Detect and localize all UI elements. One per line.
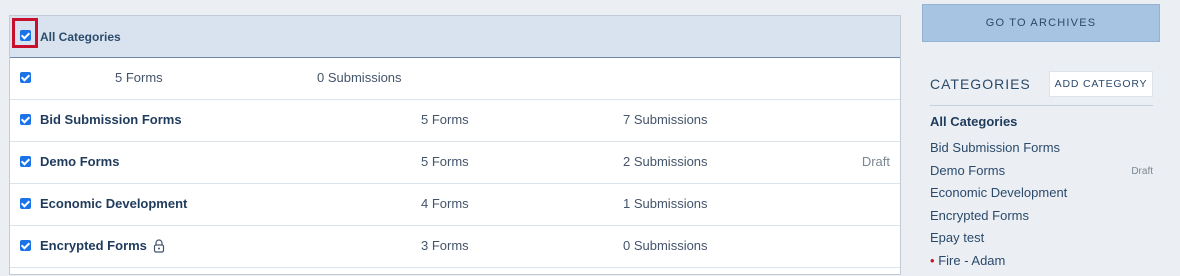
table-row[interactable]: Economic Development 4 Forms 1 Submissio… xyxy=(10,184,900,226)
submissions-count: 0 Submissions xyxy=(623,238,708,253)
sidebar-item-epay-test[interactable]: Epay test xyxy=(930,230,1153,253)
category-name[interactable]: Demo Forms xyxy=(40,154,119,169)
all-categories-label: All Categories xyxy=(40,30,121,44)
submissions-count: 7 Submissions xyxy=(623,112,708,127)
sidebar-item-label: Bid Submission Forms xyxy=(930,140,1061,155)
select-all-checkbox[interactable] xyxy=(20,30,31,41)
table-header-row: All Categories xyxy=(10,16,900,58)
row-checkbox[interactable] xyxy=(20,240,31,251)
sidebar-item-demo-forms[interactable]: Demo Forms Draft xyxy=(930,163,1153,186)
draft-status: Draft xyxy=(861,154,890,169)
sidebar-item-economic-development[interactable]: Economic Development xyxy=(930,185,1153,208)
categories-heading: CATEGORIES xyxy=(930,76,1031,92)
sidebar-item-label: Encrypted Forms xyxy=(930,207,1029,223)
table-row[interactable]: Demo Forms 5 Forms 2 Submissions Draft xyxy=(10,142,900,184)
sidebar-item-bid-submission-forms[interactable]: Bid Submission Forms xyxy=(930,140,1153,163)
sidebar-item-label: Epay test xyxy=(930,230,985,246)
row-checkbox[interactable] xyxy=(20,114,31,125)
divider xyxy=(930,105,1153,106)
category-name[interactable]: Bid Submission Forms xyxy=(40,112,182,127)
sidebar-item-encrypted-forms[interactable]: Encrypted Forms xyxy=(930,208,1153,231)
lock-icon xyxy=(153,239,165,258)
submissions-count: 2 Submissions xyxy=(623,154,708,169)
row-checkbox[interactable] xyxy=(20,198,31,209)
row-checkbox[interactable] xyxy=(20,72,31,83)
category-name[interactable]: Economic Development xyxy=(40,196,187,211)
forms-count: 5 Forms xyxy=(115,70,163,85)
table-row[interactable]: 5 Forms 0 Submissions xyxy=(10,58,900,100)
status-dot: • xyxy=(930,252,935,268)
sidebar: GO TO ARCHIVES CATEGORIES ADD CATEGORY A… xyxy=(922,0,1162,268)
sidebar-item-all-categories[interactable]: All Categories xyxy=(930,114,1153,140)
submissions-count: 0 Submissions xyxy=(317,70,402,85)
sidebar-item-label: All Categories xyxy=(930,114,1018,129)
row-checkbox[interactable] xyxy=(20,156,31,167)
go-to-archives-button[interactable]: GO TO ARCHIVES xyxy=(922,4,1160,42)
forms-count: 5 Forms xyxy=(421,154,469,169)
submissions-count: 1 Submissions xyxy=(623,196,708,211)
category-name[interactable]: Encrypted Forms xyxy=(40,238,147,253)
table-row[interactable]: Encrypted Forms 3 Forms 0 Submissions xyxy=(10,226,900,268)
sidebar-item-fire-adam[interactable]: • Fire - Adam xyxy=(930,253,1153,276)
category-list: All Categories Bid Submission Forms Demo… xyxy=(930,114,1153,276)
forms-count: 5 Forms xyxy=(421,112,469,127)
sidebar-item-label: Demo Forms xyxy=(930,162,1006,178)
forms-count: 4 Forms xyxy=(421,196,469,211)
sidebar-item-label: Fire - Adam xyxy=(938,252,1006,268)
table-row[interactable]: Bid Submission Forms 5 Forms 7 Submissio… xyxy=(10,100,900,142)
draft-status: Draft xyxy=(1131,165,1153,177)
add-category-button[interactable]: ADD CATEGORY xyxy=(1049,71,1153,97)
categories-table: All Categories 5 Forms 0 Submissions Bid… xyxy=(9,15,901,275)
forms-count: 3 Forms xyxy=(421,238,469,253)
sidebar-item-label: Economic Development xyxy=(930,185,1068,201)
